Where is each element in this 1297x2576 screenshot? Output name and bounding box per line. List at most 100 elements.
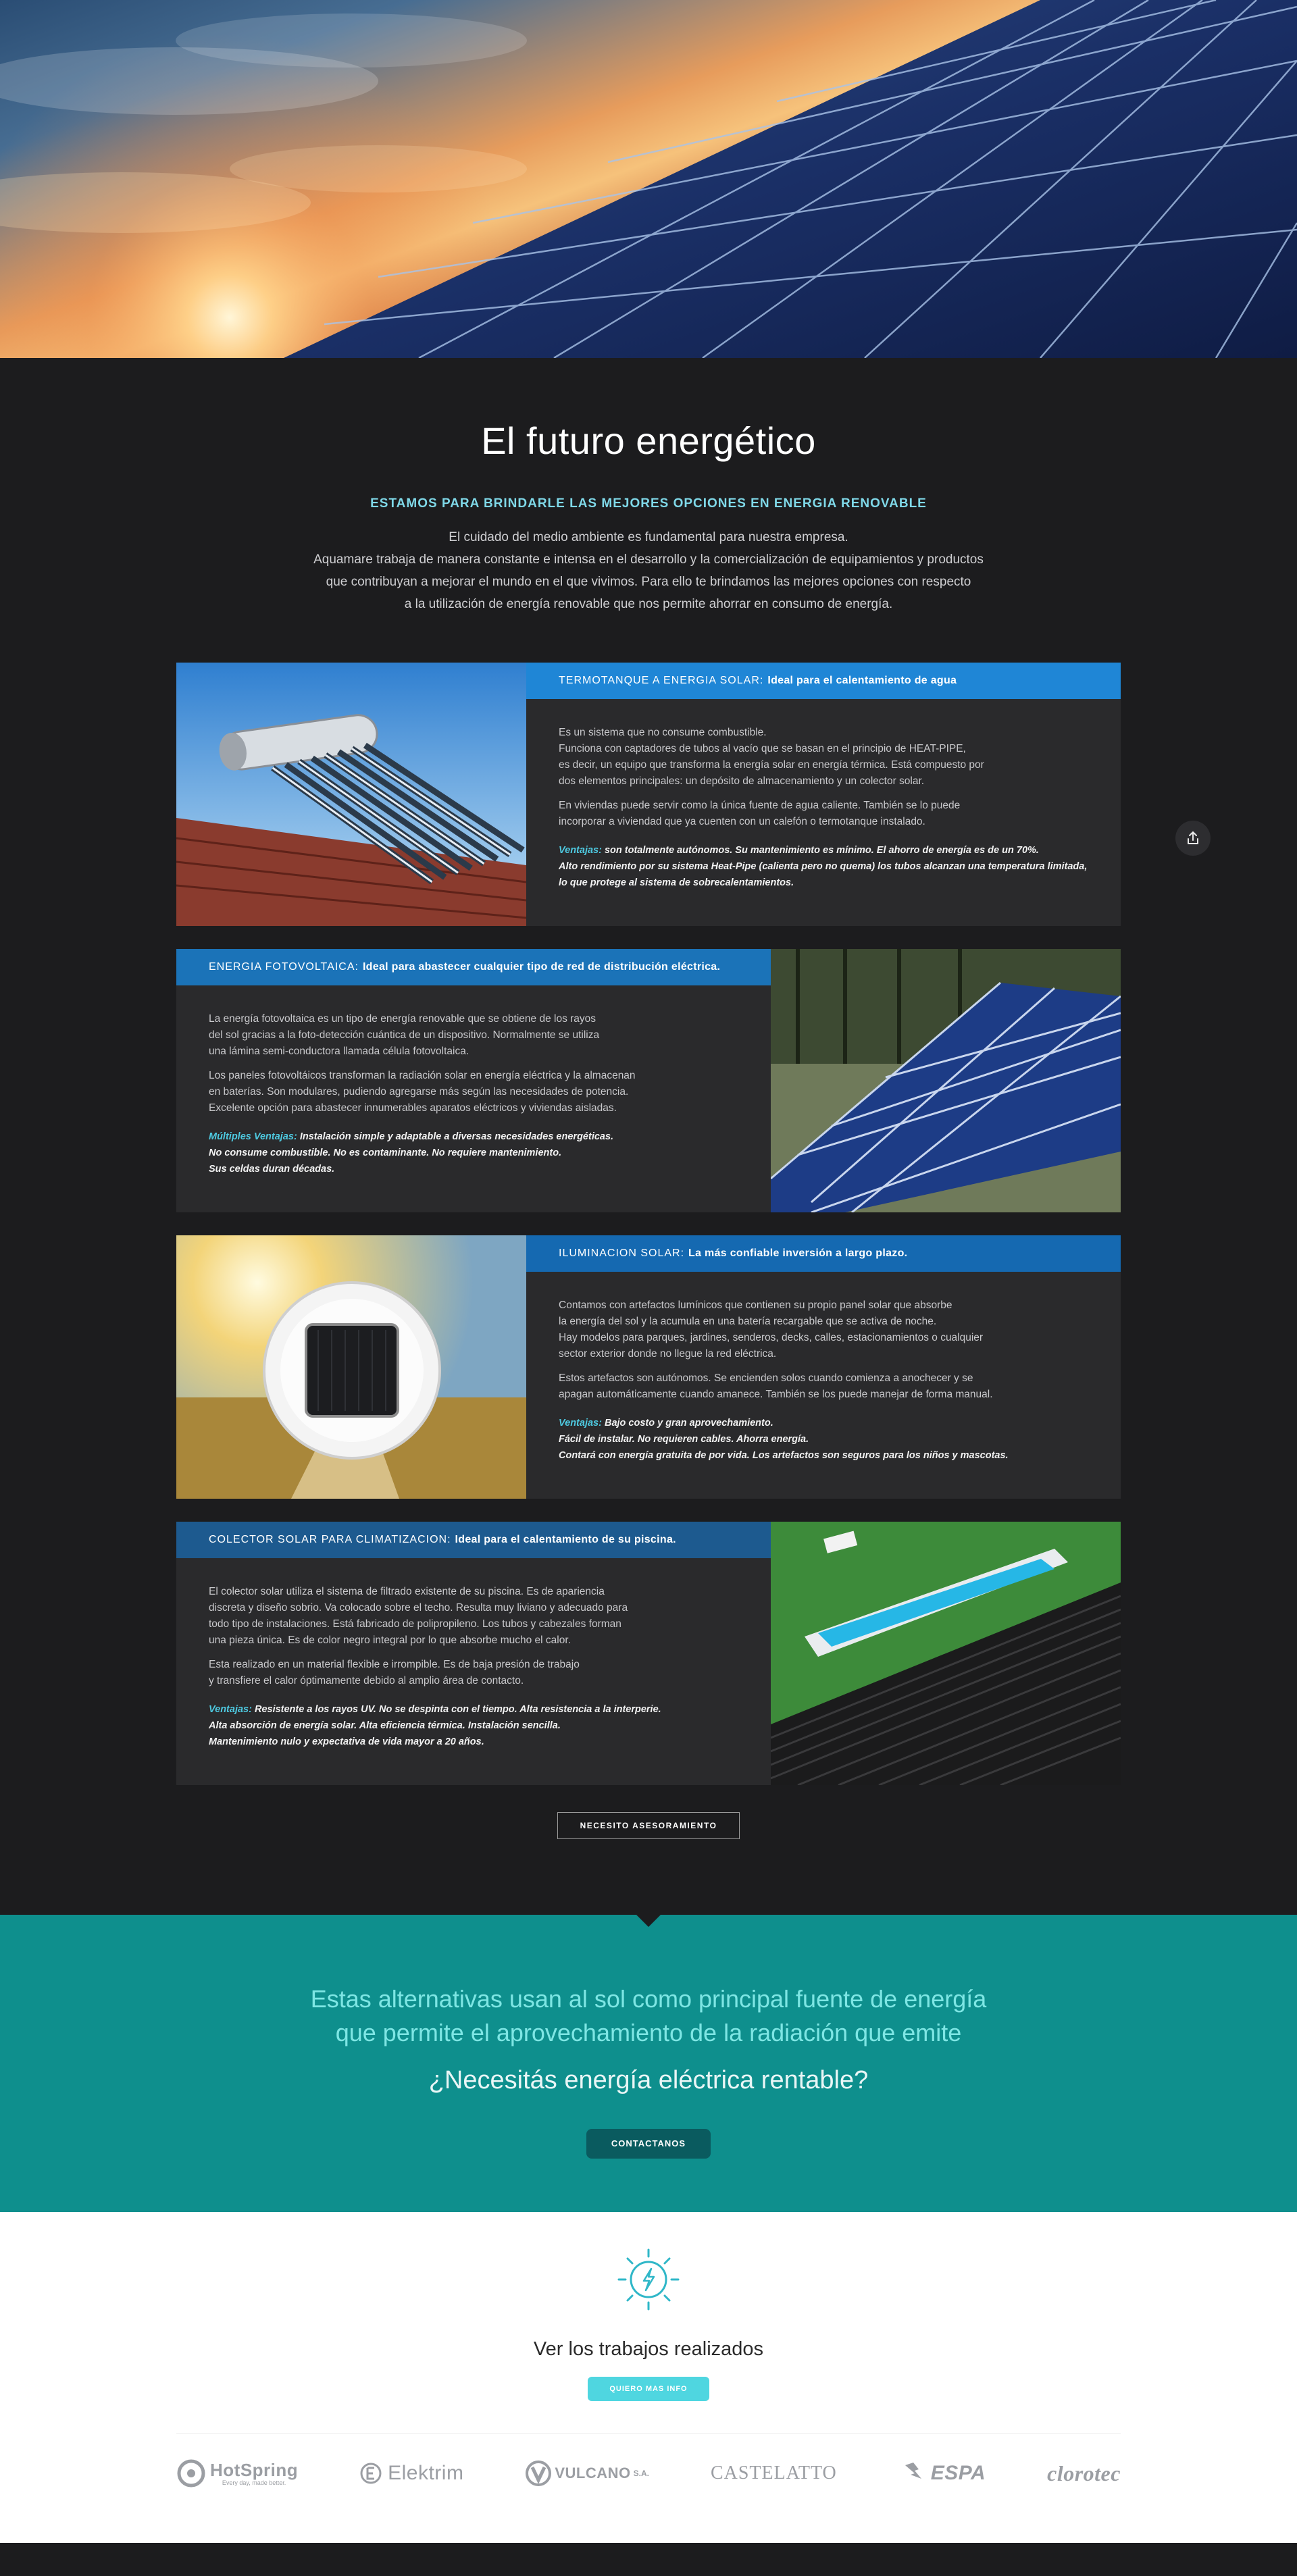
advantage-line: Sus celdas duran décadas. xyxy=(209,1164,335,1175)
intro-section: El futuro energético ESTAMOS PARA BRINDA… xyxy=(0,358,1297,663)
hotspring-mark-icon xyxy=(177,2459,205,2488)
sun-bolt-icon xyxy=(617,2248,680,2311)
service-paragraph: En viviendas puede servir como la única … xyxy=(559,798,1088,830)
advantage-line: Alta absorción de energía solar. Alta ef… xyxy=(209,1720,561,1731)
advantages-key: Ventajas: xyxy=(559,845,602,856)
intro-line: Aquamare trabaja de manera constante e i… xyxy=(313,552,984,567)
text-line: incorporar a viviendad que ya cuenten co… xyxy=(559,816,925,827)
service-kicker: COLECTOR SOLAR PARA CLIMATIZACION: xyxy=(209,1534,451,1545)
advantages-key: Ventajas: xyxy=(559,1418,602,1428)
advantage-line: Mantenimiento nulo y expectativa de vida… xyxy=(209,1736,484,1747)
service-card-colector: COLECTOR SOLAR PARA CLIMATIZACION: Ideal… xyxy=(176,1522,1121,1785)
text-line: La energía fotovoltaica es un tipo de en… xyxy=(209,1013,596,1025)
service-paragraph: Los paneles fotovoltáicos transforman la… xyxy=(209,1068,738,1116)
text-line: es decir, un equipo que transforma la en… xyxy=(559,759,984,771)
advantages-key: Ventajas: xyxy=(209,1704,252,1715)
share-button[interactable] xyxy=(1175,821,1211,856)
advantage-line: lo que protege al sistema de sobrecalent… xyxy=(559,877,794,888)
divider xyxy=(176,2433,1121,2434)
service-paragraph: Esta realizado en un material flexible e… xyxy=(209,1657,738,1689)
text-line: Contamos con artefactos lumínicos que co… xyxy=(559,1299,952,1311)
advice-cta: NECESITO ASESORAMIENTO xyxy=(0,1808,1297,1915)
contact-button[interactable]: CONTACTANOS xyxy=(586,2129,711,2159)
advantage-line: No consume combustible. No es contaminan… xyxy=(209,1148,562,1158)
service-body: TERMOTANQUE A ENERGIA SOLAR: Ideal para … xyxy=(526,663,1121,926)
brand-logo-clorotec: clorotec xyxy=(1047,2453,1121,2494)
benefits-band: Estas alternativas usan al sol como prin… xyxy=(0,1915,1297,2212)
intro-subtitle: ESTAMOS PARA BRINDARLE LAS MEJORES OPCIO… xyxy=(370,496,927,511)
service-paragraph: El colector solar utiliza el sistema de … xyxy=(209,1584,738,1649)
service-text: Es un sistema que no consume combustible… xyxy=(526,699,1121,891)
advantage-line: Bajo costo y gran aprovechamiento. xyxy=(604,1418,773,1428)
espa-mark-icon xyxy=(905,2463,921,2479)
text-line: Los paneles fotovoltáicos transforman la… xyxy=(209,1070,636,1081)
brand-logo-espa: ESPA xyxy=(898,2453,986,2494)
text-line: apagan automáticamente cuando amanece. T… xyxy=(559,1389,993,1400)
brand-logo-vulcano: VULCANO S.A. xyxy=(525,2453,649,2494)
benefits-line: Estas alternativas usan al sol como prin… xyxy=(310,1985,987,2013)
brand-name: clorotec xyxy=(1047,2461,1121,2485)
benefits-question: ¿Necesitás energía eléctrica rentable? xyxy=(428,2066,869,2094)
works-section: Ver los trabajos realizados QUIERO MAS I… xyxy=(0,2212,1297,2543)
intro-lead: El cuidado del medio ambiente es fundame… xyxy=(0,526,1297,615)
service-body: COLECTOR SOLAR PARA CLIMATIZACION: Ideal… xyxy=(176,1522,771,1785)
text-line: Funciona con captadores de tubos al vací… xyxy=(559,743,966,754)
brand-name: VULCANO xyxy=(555,2465,631,2481)
text-line: Esta realizado en un material flexible e… xyxy=(209,1659,580,1670)
advantage-line: Instalación simple y adaptable a diversa… xyxy=(299,1131,614,1142)
text-line: del sol gracias a la foto-detección cuán… xyxy=(209,1029,600,1041)
service-paragraph: Estos artefactos son autónomos. Se encie… xyxy=(559,1370,1088,1403)
service-advantages: Ventajas: Resistente a los rayos UV. No … xyxy=(209,1701,738,1750)
intro-line: El cuidado del medio ambiente es fundame… xyxy=(449,530,848,544)
text-line: una pieza única. Es de color negro integ… xyxy=(209,1634,571,1646)
share-icon xyxy=(1188,831,1198,844)
brand-logo-hotspring: HotSpring Every day, made better. xyxy=(176,2453,298,2494)
brand-tagline: Every day, made better. xyxy=(222,2479,286,2486)
hero-solar-panels-image xyxy=(0,0,1297,358)
works-title: Ver los trabajos realizados xyxy=(533,2338,764,2360)
text-line: Es un sistema que no consume combustible… xyxy=(559,727,767,738)
brand-logo-elektrim: Elektrim xyxy=(359,2453,463,2494)
service-advantages: Ventajas: son totalmente autónomos. Su m… xyxy=(559,842,1088,891)
text-line: la energía del sol y la acumula en una b… xyxy=(559,1316,937,1327)
brand-name: ESPA xyxy=(930,2462,986,2484)
section-notch xyxy=(636,1915,661,1927)
benefits-line: que permite el aprovechamiento de la rad… xyxy=(335,2019,962,2046)
brand-suffix: S.A. xyxy=(633,2469,649,2478)
service-kicker: ILUMINACION SOLAR: xyxy=(559,1247,685,1259)
text-line: En viviendas puede servir como la única … xyxy=(559,800,961,811)
text-line: dos elementos principales: un depósito d… xyxy=(559,775,925,787)
service-advantages: Ventajas: Bajo costo y gran aprovechamie… xyxy=(559,1415,1088,1464)
service-headline: Ideal para abastecer cualquier tipo de r… xyxy=(362,961,721,973)
page-title: El futuro energético xyxy=(481,419,816,462)
more-info-button[interactable]: QUIERO MAS INFO xyxy=(588,2377,709,2401)
service-paragraph: Contamos con artefactos lumínicos que co… xyxy=(559,1297,1088,1362)
brand-logo-castelatto: CASTELATTO xyxy=(711,2453,837,2494)
text-line: en baterías. Son modulares, pudiendo agr… xyxy=(209,1086,629,1098)
service-header: ILUMINACION SOLAR: La más confiable inve… xyxy=(526,1235,1121,1272)
advantages-key: Múltiples Ventajas: xyxy=(209,1131,297,1142)
service-text: La energía fotovoltaica es un tipo de en… xyxy=(176,985,771,1177)
advantage-line: Fácil de instalar. No requieren cables. … xyxy=(559,1434,809,1445)
colector-image xyxy=(771,1522,1121,1785)
text-line: una lámina semi-conductora llamada célul… xyxy=(209,1046,469,1057)
advantage-line: Resistente a los rayos UV. No se despint… xyxy=(254,1704,661,1715)
brand-name: CASTELATTO xyxy=(710,2463,837,2483)
brand-name: Elektrim xyxy=(388,2462,464,2484)
service-advantages: Múltiples Ventajas: Instalación simple y… xyxy=(209,1129,738,1177)
service-header: TERMOTANQUE A ENERGIA SOLAR: Ideal para … xyxy=(526,663,1121,699)
service-headline: La más confiable inversión a largo plazo… xyxy=(688,1247,908,1259)
text-line: sector exterior donde no llegue la red e… xyxy=(559,1348,777,1360)
service-kicker: ENERGIA FOTOVOLTAICA: xyxy=(209,961,359,973)
service-header: COLECTOR SOLAR PARA CLIMATIZACION: Ideal… xyxy=(176,1522,771,1558)
intro-line: que contribuyan a mejorar el mundo en el… xyxy=(326,575,971,589)
service-headline: Ideal para el calentamiento de agua xyxy=(767,675,957,686)
advice-button[interactable]: NECESITO ASESORAMIENTO xyxy=(557,1812,740,1839)
iluminacion-image xyxy=(176,1235,526,1499)
brand-logos: HotSpring Every day, made better. Elektr… xyxy=(176,2453,1121,2494)
service-paragraph: Es un sistema que no consume combustible… xyxy=(559,725,1088,790)
termotanque-image xyxy=(176,663,526,926)
text-line: y transfiere el calor óptimamente debido… xyxy=(209,1675,524,1686)
intro-line: a la utilización de energía renovable qu… xyxy=(404,597,893,611)
service-card-iluminacion: ILUMINACION SOLAR: La más confiable inve… xyxy=(176,1235,1121,1499)
